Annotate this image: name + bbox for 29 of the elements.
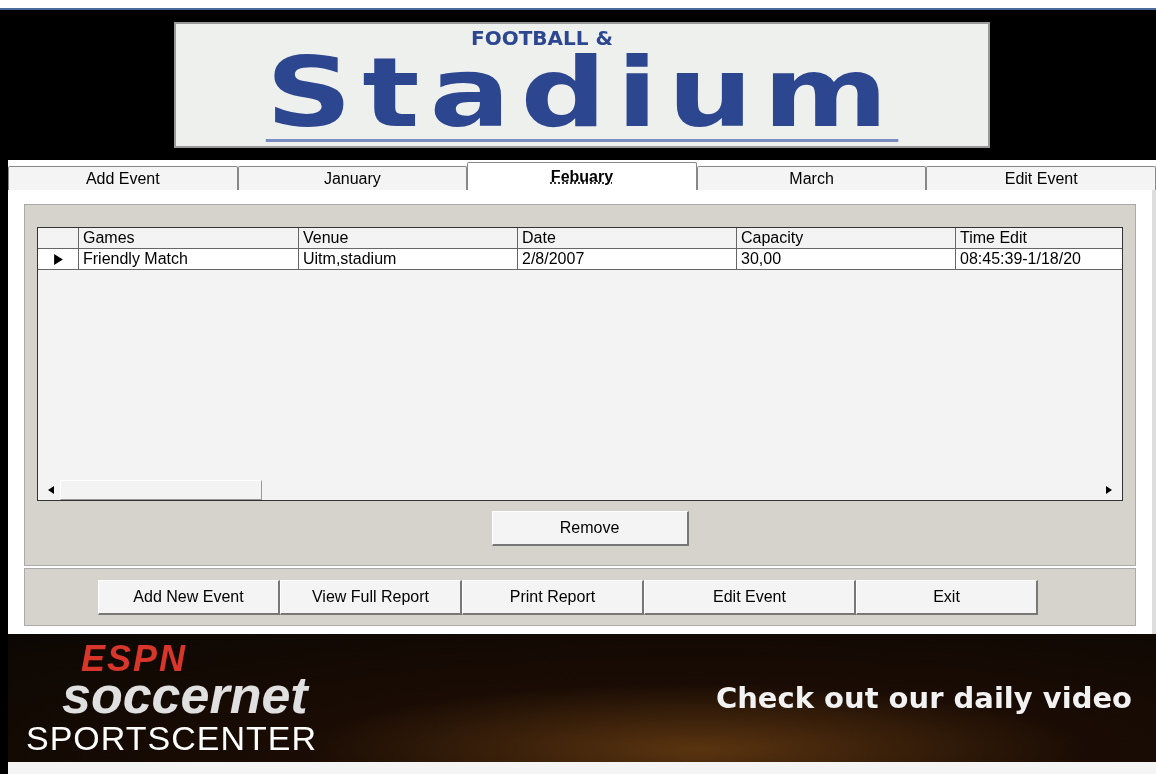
column-header[interactable]: Time Edit [956, 228, 1122, 248]
action-button[interactable]: Add New Event [98, 579, 280, 615]
show-logo: SPORTSCENTER [26, 721, 317, 755]
tab[interactable]: Add Event [8, 166, 238, 190]
column-header[interactable]: Games [79, 228, 299, 248]
scroll-right-icon[interactable] [1106, 486, 1112, 494]
table-cell: 30,00 [737, 249, 956, 269]
column-header[interactable]: Venue [299, 228, 518, 248]
logo-title: Stadium [265, 47, 899, 143]
action-button[interactable]: Print Report [462, 579, 644, 615]
action-button[interactable]: Exit [856, 579, 1038, 615]
action-button[interactable]: View Full Report [280, 579, 462, 615]
banner-tagline: Check out our daily video [715, 681, 1132, 715]
tab[interactable]: Febuary [467, 162, 697, 190]
tab[interactable]: January [237, 166, 468, 190]
brand-logo: ESPN [81, 641, 189, 677]
tab[interactable]: Edit Event [926, 166, 1156, 190]
remove-button[interactable]: Remove [491, 511, 689, 546]
logo-kicker: FOOTBALL & [471, 27, 613, 48]
tab[interactable]: March [696, 166, 927, 190]
table-cell: Uitm,stadium [299, 249, 518, 269]
scroll-thumb[interactable] [60, 480, 262, 500]
scroll-left-icon[interactable] [48, 486, 54, 494]
action-button[interactable]: Edit Event [644, 579, 856, 615]
column-header[interactable]: Date [518, 228, 737, 248]
table-cell: Friendly Match [79, 249, 299, 269]
column-header[interactable]: Capacity [737, 228, 956, 248]
table-cell: 08:45:39-1/18/20 [956, 249, 1122, 269]
table-cell: 2/8/2007 [518, 249, 737, 269]
